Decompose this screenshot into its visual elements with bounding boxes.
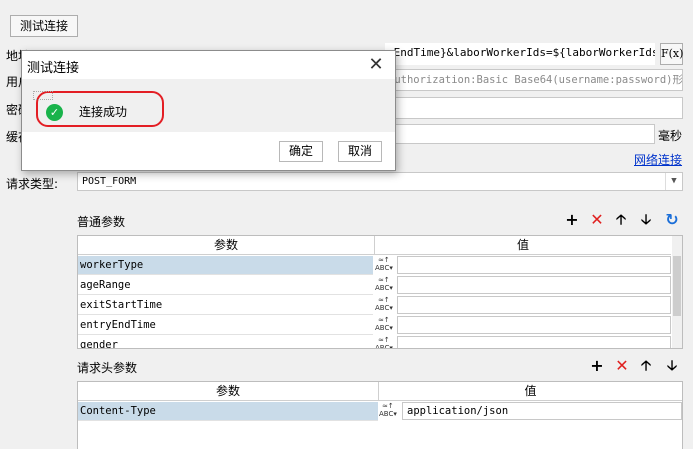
normal-params-title: 普通参数 [77, 215, 126, 229]
address-input[interactable]: eEndTime}&laborWorkerIds=${laborWorkerId… [385, 43, 655, 65]
close-icon[interactable]: ✕ [364, 53, 388, 77]
cancel-button[interactable]: 取消 [338, 141, 382, 162]
abc-type-icon[interactable]: ≈↑ ABC▾ [375, 276, 397, 295]
chevron-down-icon[interactable]: ▼ [665, 173, 682, 190]
password-input[interactable] [385, 97, 683, 119]
param-name[interactable]: ageRange [78, 276, 373, 295]
param-value-input[interactable] [397, 296, 671, 314]
ms-label: 毫秒 [658, 129, 683, 143]
abc-type-icon[interactable]: ≈↑ ABC▾ [375, 296, 397, 315]
test-connection-button[interactable]: 测试连接 [10, 15, 78, 37]
user-input[interactable]: Authorization:Basic Base64(username:pass… [385, 69, 683, 91]
abc-type-icon[interactable]: ≈↑ ABC▾ [375, 336, 397, 348]
test-connection-dialog: 测试连接 ✕ ✓ 连接成功 确定 取消 [21, 50, 396, 171]
dialog-body: ✓ 连接成功 [22, 79, 395, 132]
param-name[interactable]: gender [78, 336, 373, 348]
header-params-table: 参数 值 Content-Type ≈↑ ABC▾ application/jso… [77, 381, 683, 449]
arrow-down-icon[interactable]: 🡣 [662, 356, 682, 376]
refresh-icon[interactable]: ↻ [662, 210, 682, 230]
value-column-header: 值 [379, 382, 682, 401]
arrow-down-icon[interactable]: 🡣 [636, 210, 656, 230]
param-value-input[interactable]: application/json [402, 402, 682, 420]
param-column-header: 参数 [78, 236, 375, 255]
delete-icon[interactable]: ✕ [612, 356, 632, 376]
request-type-label: 请求类型: [6, 177, 59, 191]
cache-input[interactable] [385, 124, 655, 144]
value-column-header: 值 [375, 236, 671, 255]
scrollbar-thumb[interactable] [673, 256, 681, 316]
param-column-header: 参数 [78, 382, 379, 401]
add-icon[interactable]: + [562, 210, 582, 230]
abc-type-icon[interactable]: ≈↑ ABC▾ [379, 402, 401, 421]
normal-params-scrollbar[interactable] [672, 236, 682, 348]
request-type-value: POST_FORM [82, 176, 137, 187]
param-value-input[interactable] [397, 256, 671, 274]
abc-type-icon[interactable]: ≈↑ ABC▾ [375, 256, 397, 275]
header-params-title: 请求头参数 [77, 361, 138, 375]
delete-icon[interactable]: ✕ [587, 210, 607, 230]
arrow-up-icon[interactable]: 🡡 [611, 210, 631, 230]
param-value-input[interactable] [397, 316, 671, 334]
normal-params-table: 参数 值 workerType ≈↑ ABC▾ ageRange ≈↑ ABC▾ e… [77, 235, 683, 349]
param-name[interactable]: Content-Type [78, 402, 378, 421]
param-value-input[interactable] [397, 276, 671, 294]
add-icon[interactable]: + [587, 356, 607, 376]
formula-button[interactable]: F(x) [660, 43, 683, 65]
param-value-input[interactable] [397, 336, 671, 348]
ok-button[interactable]: 确定 [279, 141, 323, 162]
decorative-dots [33, 91, 53, 100]
success-check-icon: ✓ [46, 104, 63, 121]
request-type-select[interactable]: POST_FORM ▼ [77, 172, 683, 191]
dialog-message: 连接成功 [79, 105, 128, 119]
param-name[interactable]: exitStartTime [78, 296, 373, 315]
param-name[interactable]: workerType [78, 256, 373, 275]
dialog-title: 测试连接 [27, 61, 80, 76]
param-name[interactable]: entryEndTime [78, 316, 373, 335]
dialog-titlebar: 测试连接 ✕ [22, 51, 395, 79]
abc-type-icon[interactable]: ≈↑ ABC▾ [375, 316, 397, 335]
arrow-up-icon[interactable]: 🡡 [636, 356, 656, 376]
network-connection-link[interactable]: 网络连接 [634, 151, 682, 168]
